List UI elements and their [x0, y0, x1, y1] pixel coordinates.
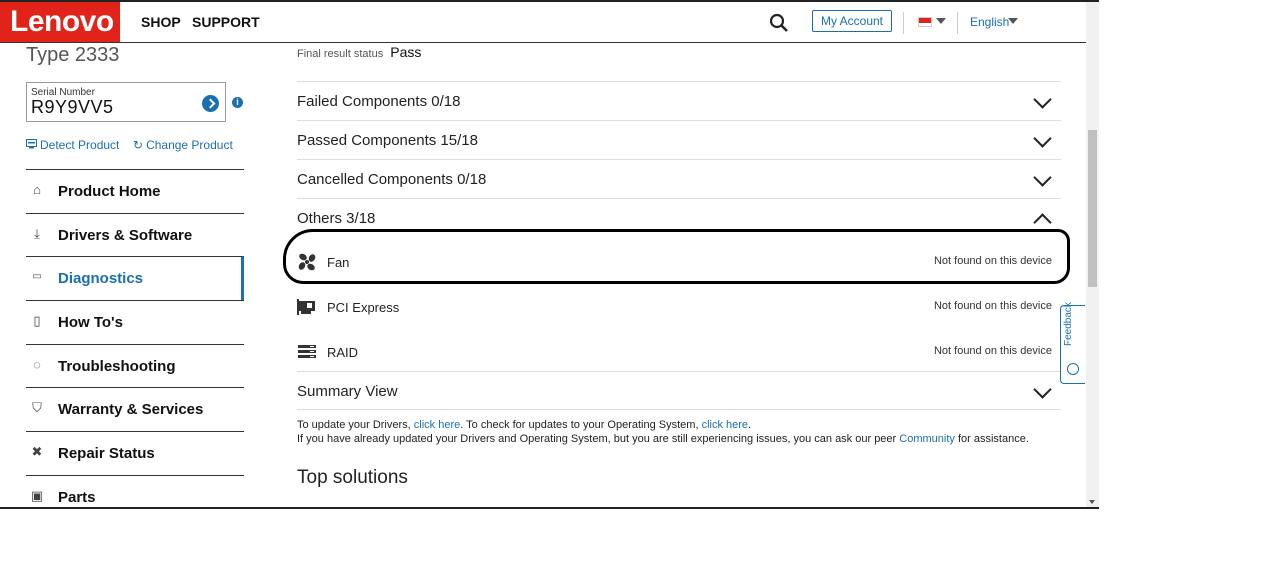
nav-support[interactable]: SUPPORT [192, 14, 260, 30]
sidebar-menu: ⌂ Product Home ⤓ Drivers & Software ▭ Di… [26, 169, 244, 507]
sidebar-item-repair-status[interactable]: ✖ Repair Status [26, 431, 244, 475]
accordion-label: Passed Components 15/18 [297, 132, 478, 149]
header-divider [957, 12, 958, 34]
shield-icon: ⛉ [32, 400, 42, 416]
book-icon: ▯ [33, 313, 41, 329]
result-status-label: Final result status [297, 48, 384, 60]
detect-icon [26, 139, 37, 149]
component-name: RAID [327, 345, 359, 360]
sidebar-item-product-home[interactable]: ⌂ Product Home [26, 169, 244, 213]
sidebar-item-label: Troubleshooting [58, 357, 176, 375]
accordion-cancelled-components[interactable]: Cancelled Components 0/18 [297, 159, 1061, 198]
download-icon: ⤓ [34, 225, 40, 241]
detect-product-link[interactable]: Detect Product [26, 138, 119, 152]
sidebar-item-troubleshooting[interactable]: ◌ Troubleshooting [26, 343, 244, 388]
update-drivers-link[interactable]: click here [414, 419, 460, 431]
share-icon: ◌ [33, 356, 41, 372]
chevron-down-icon[interactable] [1033, 90, 1052, 109]
chevron-down-icon[interactable] [1033, 129, 1052, 148]
my-account-button[interactable]: My Account [812, 10, 892, 32]
accordion-label: Cancelled Components 0/18 [297, 171, 487, 188]
result-status-value: Pass [390, 44, 422, 60]
change-product-link[interactable]: ↻ Change Product [133, 138, 233, 152]
sidebar-item-label: Warranty & Services [58, 401, 204, 419]
info-text-part: If you have already updated your Drivers… [297, 433, 900, 445]
sidebar-item-label: Product Home [58, 183, 161, 200]
lenovo-logo[interactable]: Lenovo [0, 2, 120, 42]
sidebar-item-label: Diagnostics [58, 270, 144, 288]
accordion-summary-view[interactable]: Summary View [297, 371, 1061, 410]
component-status: Not found on this device [933, 300, 1052, 312]
accordion-passed-components[interactable]: Passed Components 15/18 [297, 120, 1061, 159]
scrollbar-thumb[interactable] [1088, 130, 1097, 287]
info-text-part: . To check for updates to your Operating… [460, 419, 702, 431]
accordion-label: Others 3/18 [297, 210, 376, 227]
browser-viewport: Lenovo SHOP SUPPORT My Account English T… [0, 0, 1099, 509]
chevron-down-icon[interactable] [1033, 168, 1052, 187]
vertical-scrollbar[interactable] [1086, 2, 1099, 507]
info-icon[interactable]: i [232, 97, 243, 108]
sidebar-item-label: Repair Status [58, 445, 155, 463]
scroll-down-arrow-icon[interactable] [1089, 500, 1095, 504]
language-selector[interactable]: English [970, 15, 1009, 29]
component-row-raid: RAID Not found on this device [297, 330, 1061, 374]
info-text-part: for assistance. [954, 433, 1029, 445]
sidebar-item-label: Drivers & Software [58, 226, 193, 244]
arrow-right-icon[interactable] [202, 95, 219, 112]
update-os-link[interactable]: click here [702, 419, 748, 431]
feedback-tab[interactable]: Feedback [1060, 302, 1085, 384]
product-type: Type 2333 [26, 44, 120, 66]
accordion-failed-components[interactable]: Failed Components 0/18 [297, 81, 1061, 120]
chip-icon: ▣ [30, 487, 44, 503]
search-icon[interactable] [769, 13, 789, 33]
final-result-status: Final result status Pass [297, 44, 421, 60]
diagnostics-icon: ▭ [32, 271, 42, 283]
component-name: PCI Express [327, 300, 400, 315]
raid-icon [298, 345, 316, 358]
home-icon: ⌂ [33, 182, 41, 197]
update-info-text: To update your Drivers, click here. To c… [297, 418, 1029, 446]
tools-icon: ✖ [31, 444, 43, 460]
serial-number-value[interactable]: R9Y9VV5 [31, 97, 114, 118]
top-solutions-heading: Top solutions [297, 467, 408, 488]
feedback-label: Feedback [1063, 302, 1074, 346]
chevron-down-icon[interactable] [1008, 18, 1018, 24]
nav-shop[interactable]: SHOP [141, 14, 181, 30]
sidebar-item-warranty-services[interactable]: ⛉ Warranty & Services [26, 387, 244, 431]
component-status: Not found on this device [933, 345, 1052, 357]
info-text-part: To update your Drivers, [297, 419, 414, 431]
component-row-pci-express: PCI Express Not found on this device [297, 285, 1061, 329]
serial-number-field[interactable]: Serial Number R9Y9VV5 [26, 82, 226, 122]
pci-card-icon [297, 299, 315, 315]
sidebar-item-drivers-software[interactable]: ⤓ Drivers & Software [26, 212, 244, 257]
sidebar-item-diagnostics[interactable]: ▭ Diagnostics [26, 256, 244, 301]
chevron-down-icon[interactable] [936, 18, 946, 24]
sidebar-item-parts[interactable]: ▣ Parts [26, 474, 244, 507]
change-product-label: Change Product [146, 138, 233, 152]
country-flag-icon[interactable] [918, 17, 932, 27]
info-text-part: . [748, 419, 752, 431]
community-link[interactable]: Community [899, 433, 955, 445]
sidebar-item-how-tos[interactable]: ▯ How To's [26, 300, 244, 344]
accordion-label: Failed Components 0/18 [297, 93, 461, 110]
fan-row-highlight-annotation [283, 229, 1070, 284]
header-divider [903, 12, 904, 34]
detect-product-label: Detect Product [40, 138, 120, 152]
smiley-icon [1067, 363, 1079, 375]
refresh-icon: ↻ [133, 138, 144, 152]
sidebar-item-label: How To's [58, 314, 123, 332]
chevron-down-icon[interactable] [1033, 380, 1052, 399]
sidebar-item-label: Parts [58, 488, 96, 506]
site-header: Lenovo SHOP SUPPORT My Account English [0, 2, 1086, 43]
accordion-label: Summary View [297, 383, 398, 400]
